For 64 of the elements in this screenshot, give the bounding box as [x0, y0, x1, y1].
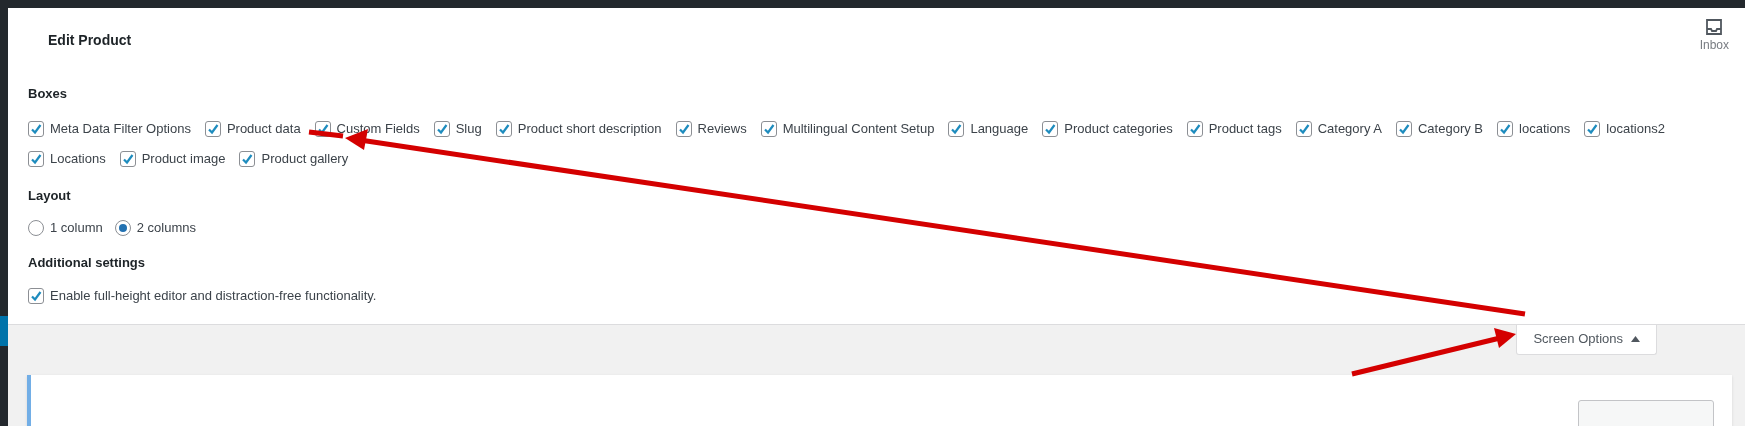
checkmark-icon	[1586, 122, 1599, 135]
checkbox[interactable]	[675, 120, 692, 137]
checkbox[interactable]	[1497, 120, 1514, 137]
section-heading: Boxes	[28, 85, 69, 103]
checkmark-icon	[1398, 122, 1410, 135]
checkmark-icon	[950, 122, 963, 135]
checkbox-label: Language	[970, 119, 1029, 138]
checkbox[interactable]	[1584, 120, 1601, 137]
checkmark-icon	[762, 122, 775, 135]
checkmark-icon	[1188, 122, 1201, 135]
checkbox-label: locations2	[1606, 119, 1665, 138]
checkbox-label: Slug	[455, 119, 482, 138]
checkbox[interactable]	[433, 120, 450, 137]
radio-label: 1 column	[50, 219, 103, 238]
checkbox-label: Category B	[1418, 119, 1484, 138]
checkbox-label: Product gallery	[261, 149, 349, 168]
radio-button[interactable]	[114, 220, 131, 236]
checkmark-icon	[241, 152, 254, 165]
checkmark-icon	[206, 122, 219, 135]
caret-icon	[1631, 336, 1640, 342]
checkmark-icon	[435, 122, 448, 135]
radio-button[interactable]	[28, 220, 44, 236]
checkbox-label: Meta Data Filter Options	[50, 119, 191, 138]
checkbox[interactable]	[1042, 120, 1059, 137]
checkbox-label: Product data	[226, 119, 301, 138]
inbox-button[interactable]: Inbox	[1699, 18, 1729, 54]
checkbox-label: Product short description	[517, 119, 662, 138]
checkbox-label: Category A	[1317, 119, 1382, 138]
checkbox[interactable]	[28, 150, 44, 167]
checkbox-label: Multilingual Content Setup	[782, 119, 935, 138]
checkmark-icon	[30, 122, 42, 135]
checkbox[interactable]	[119, 150, 136, 167]
checkbox-label: locations	[1519, 119, 1571, 138]
checkbox[interactable]	[1186, 120, 1203, 137]
checkbox-label: Reviews	[697, 119, 747, 138]
inbox-icon	[1705, 18, 1724, 36]
checkbox-label: Locations	[50, 149, 106, 168]
checkbox-label: Enable full-height editor and distraction-free functionality.	[50, 286, 377, 305]
section-heading: Layout	[28, 186, 72, 205]
checkmark-icon	[30, 152, 42, 165]
checkmark-icon	[30, 289, 42, 302]
checkbox[interactable]	[760, 120, 777, 137]
checkmark-icon	[1297, 122, 1310, 135]
checkbox[interactable]	[28, 120, 44, 137]
page-title: Edit Product	[48, 31, 132, 50]
checkbox-label: Product image	[141, 149, 226, 168]
radio-label: 2 columns	[136, 219, 196, 238]
checkbox-label: Product tags	[1208, 119, 1282, 138]
checkmark-icon	[1499, 122, 1512, 135]
checkbox[interactable]	[28, 287, 44, 304]
checkbox[interactable]	[204, 120, 221, 137]
checkbox[interactable]	[1295, 120, 1312, 137]
section-heading: Additional settings	[28, 254, 146, 272]
checkbox[interactable]	[495, 120, 512, 137]
screen-options-tab[interactable]: Screen Options	[1516, 324, 1657, 355]
checkbox-label: Custom Fields	[336, 119, 420, 138]
checkbox[interactable]	[239, 150, 256, 167]
checkmark-icon	[677, 122, 690, 135]
checkmark-icon	[121, 152, 134, 165]
checkbox[interactable]	[1396, 120, 1412, 137]
checkmark-icon	[497, 122, 510, 135]
checkmark-icon	[1044, 122, 1057, 135]
checkbox[interactable]	[948, 120, 965, 137]
checkbox-label: Product categories	[1064, 119, 1173, 138]
